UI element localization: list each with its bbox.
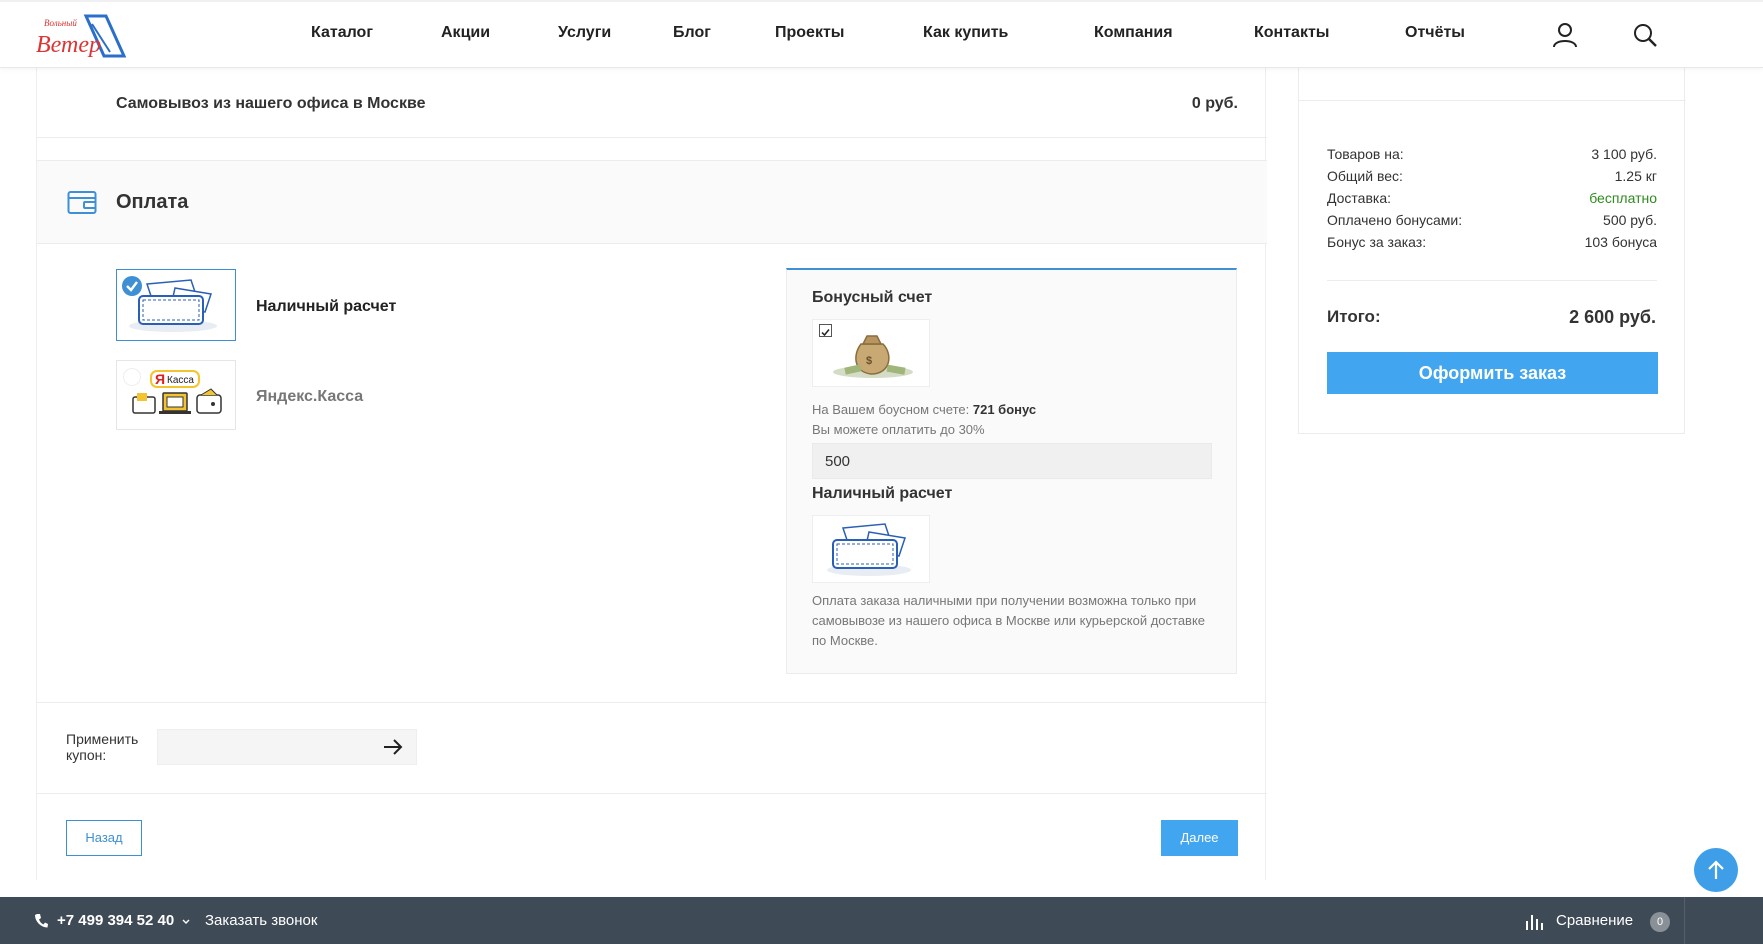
summary-delivery-label: Доставка: bbox=[1327, 190, 1392, 206]
logo[interactable]: Вольный Ветер bbox=[34, 12, 128, 62]
cash-wallet-icon bbox=[827, 523, 911, 576]
total-value: 2 600 руб. bbox=[1569, 307, 1656, 327]
summary-delivery-value: бесплатно bbox=[1589, 190, 1657, 206]
cash-description: Оплата заказа наличными при получении во… bbox=[812, 593, 1206, 648]
bonus-account-title: Бонусный счет bbox=[812, 289, 933, 306]
wallet-icon bbox=[67, 191, 97, 214]
compare-link[interactable]: Сравнение bbox=[1556, 912, 1633, 929]
summary-weight-value: 1.25 кг bbox=[1614, 168, 1657, 184]
payment-info-panel: Бонусный счет $ На Вашем боусном счете: … bbox=[786, 268, 1237, 674]
logo-text-1: Вольный bbox=[44, 18, 77, 28]
nav-how-to-buy[interactable]: Как купить bbox=[923, 24, 1008, 42]
summary-row-bonus-earned: Бонус за заказ: 103 бонуса bbox=[1327, 234, 1657, 250]
coupon-row: Применить купон: bbox=[37, 702, 1267, 794]
checkmark-icon bbox=[821, 329, 830, 337]
bonus-checkbox[interactable] bbox=[819, 324, 832, 337]
bottom-bar: +7 499 394 52 40 Заказать звонок Сравнен… bbox=[0, 897, 1763, 944]
arrow-up-icon bbox=[1708, 860, 1724, 879]
bonus-balance-value: 721 бонус bbox=[972, 402, 1037, 417]
pickup-price: 0 руб. bbox=[1191, 95, 1238, 112]
payment-method-cash-label[interactable]: Наличный расчет bbox=[256, 298, 396, 316]
place-order-button[interactable]: Оформить заказ bbox=[1327, 352, 1658, 394]
cash-title: Наличный расчет bbox=[812, 485, 953, 502]
summary-row-delivery: Доставка: бесплатно bbox=[1327, 190, 1657, 206]
nav-services[interactable]: Услуги bbox=[558, 24, 611, 42]
phone-number[interactable]: +7 499 394 52 40 bbox=[57, 912, 174, 929]
selected-check-icon bbox=[122, 276, 142, 296]
summary-row-weight: Общий вес: 1.25 кг bbox=[1327, 168, 1657, 184]
nav-reports[interactable]: Отчёты bbox=[1405, 24, 1465, 42]
request-call-link[interactable]: Заказать звонок bbox=[205, 912, 317, 929]
summary-goods-label: Товаров на: bbox=[1327, 146, 1404, 162]
logo-text-2: Ветер bbox=[36, 32, 101, 58]
chevron-down-icon[interactable] bbox=[182, 919, 190, 925]
total-label: Итого: bbox=[1327, 307, 1381, 326]
summary-weight-label: Общий вес: bbox=[1327, 168, 1403, 184]
coupon-input[interactable] bbox=[157, 729, 417, 765]
nav-projects[interactable]: Проекты bbox=[775, 24, 844, 42]
svg-text:$: $ bbox=[866, 355, 872, 367]
checkout-page: Вольный Ветер Каталог Акции Услуги Блог … bbox=[0, 0, 1763, 944]
summary-bonus-paid-label: Оплачено бонусами: bbox=[1327, 212, 1463, 228]
coupon-label: Применить купон: bbox=[66, 731, 139, 763]
nav-blog[interactable]: Блог bbox=[673, 24, 711, 42]
summary-row-bonus-paid: Оплачено бонусами: 500 руб. bbox=[1327, 212, 1657, 228]
scroll-to-top-button[interactable] bbox=[1694, 848, 1738, 892]
bonus-amount-input[interactable] bbox=[812, 443, 1212, 479]
pickup-label: Самовывоз из нашего офиса в Москве bbox=[116, 95, 426, 112]
summary-bonus-earned-value: 103 бонуса bbox=[1584, 234, 1657, 250]
summary-goods-value: 3 100 руб. bbox=[1591, 146, 1657, 162]
site-header: Вольный Ветер Каталог Акции Услуги Блог … bbox=[0, 0, 1763, 68]
bonus-balance-text: На Вашем боусном счете: 721 бонус bbox=[812, 400, 1036, 420]
bonus-limit-text: Вы можете оплатить до 30% bbox=[812, 422, 985, 437]
back-button[interactable]: Назад bbox=[66, 820, 142, 856]
kassa-logo-text: Касса bbox=[167, 375, 194, 386]
search-icon[interactable] bbox=[1632, 22, 1658, 48]
summary-row-goods: Товаров на: 3 100 руб. bbox=[1327, 146, 1657, 162]
summary-divider bbox=[1327, 280, 1657, 281]
nav-contacts[interactable]: Контакты bbox=[1254, 24, 1329, 42]
payment-title: Оплата bbox=[116, 191, 189, 213]
nav-company[interactable]: Компания bbox=[1094, 24, 1173, 42]
cash-image bbox=[812, 515, 930, 583]
payment-section-header: Оплата bbox=[37, 160, 1267, 244]
payment-method-yandex-kassa-label[interactable]: Яндекс.Касса bbox=[256, 388, 363, 406]
summary-bonus-paid-value: 500 руб. bbox=[1603, 212, 1657, 228]
radio-unselected-icon bbox=[123, 368, 141, 386]
payment-method-cash[interactable] bbox=[116, 269, 236, 341]
order-summary: Товаров на: 3 100 руб. Общий вес: 1.25 к… bbox=[1298, 68, 1686, 434]
delivery-pickup-row: Самовывоз из нашего офиса в Москве 0 руб… bbox=[37, 68, 1267, 138]
svg-text:Я: Я bbox=[155, 371, 165, 387]
compare-count-badge: 0 bbox=[1650, 912, 1670, 932]
nav-catalog[interactable]: Каталог bbox=[311, 24, 373, 42]
summary-divider-top bbox=[1299, 100, 1686, 101]
compare-icon[interactable] bbox=[1525, 911, 1545, 931]
bottom-bar-divider bbox=[1684, 897, 1685, 944]
bonus-balance-prefix: На Вашем боусном счете: bbox=[812, 402, 973, 417]
user-icon[interactable] bbox=[1552, 22, 1578, 48]
arrow-right-icon[interactable] bbox=[382, 738, 404, 756]
summary-bonus-earned-label: Бонус за заказ: bbox=[1327, 234, 1427, 250]
checkout-main: Самовывоз из нашего офиса в Москве 0 руб… bbox=[36, 68, 1267, 880]
nav-promotions[interactable]: Акции bbox=[441, 24, 490, 42]
payment-method-yandex-kassa[interactable]: Я Касса bbox=[116, 360, 236, 430]
next-button[interactable]: Далее bbox=[1161, 820, 1238, 856]
bonus-image: $ bbox=[812, 319, 930, 387]
phone-icon bbox=[35, 914, 48, 928]
